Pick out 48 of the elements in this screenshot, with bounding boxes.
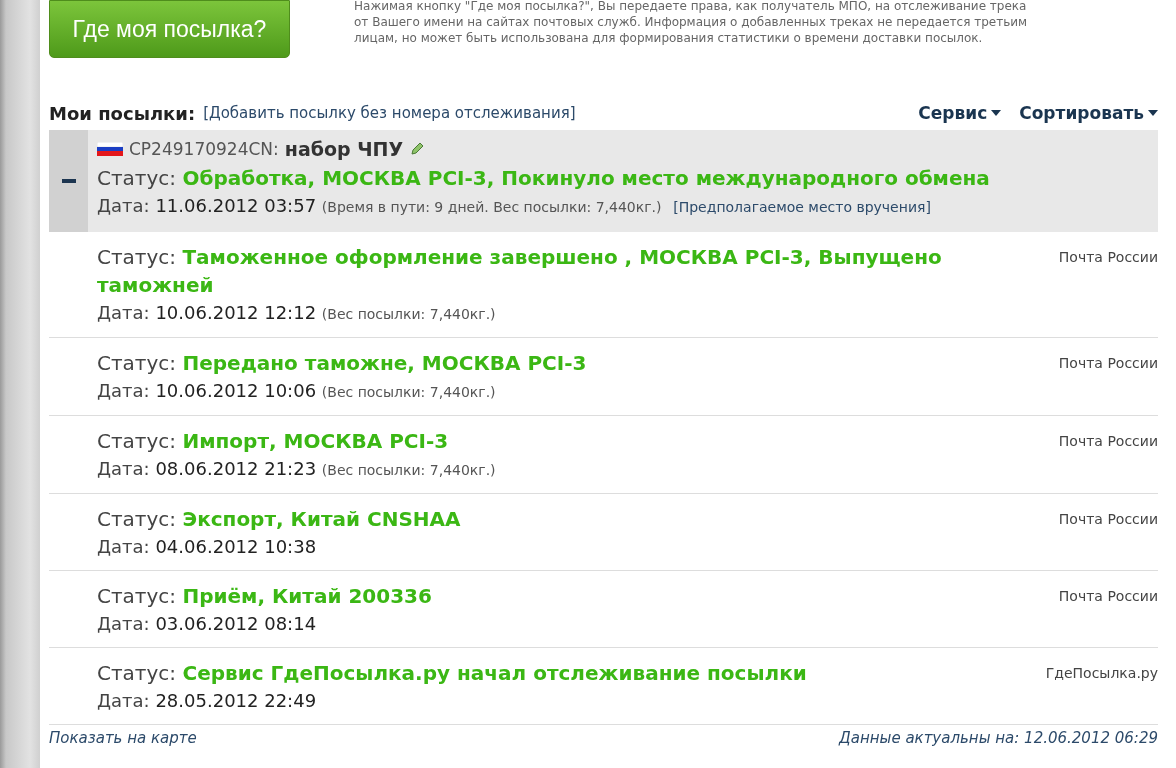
delivery-place-link[interactable]: [Предполагаемое место вручения] — [673, 199, 931, 215]
date-label: Дата: — [97, 380, 150, 401]
date-label: Дата: — [97, 302, 150, 323]
date-label: Дата: — [97, 613, 150, 634]
date-value: 04.06.2012 10:38 — [155, 536, 317, 557]
status-text: Статус: Импорт, МОСКВА PCI-3 — [97, 428, 450, 455]
weight-note: (Вес посылки: 7,440кг.) — [321, 462, 496, 478]
date-label: Дата: — [97, 195, 150, 216]
weight-note: (Время в пути: 9 дней. Вес посылки: 7,440кг.) — [321, 199, 662, 215]
updated-text: Данные актуальны на: 12.06.2012 06:29 — [839, 729, 1158, 747]
status-text: Статус: Экспорт, Китай CNSHAA — [97, 506, 462, 533]
notice-text: от Вашего имени на сайтах почтовых служб. Информация о добавленных треках не передается третьим — [354, 14, 1028, 30]
dropdown-menu[interactable]: Сервис — [918, 103, 1002, 123]
carrier-name: Почта России — [1058, 248, 1158, 267]
flag-icon — [97, 142, 123, 156]
notice-text: Нажимая кнопку "Где моя посылка?", Вы передаете права, как получатель МПО, на отслеживание трека — [354, 0, 1028, 14]
dropdown-menu[interactable]: Сортировать — [1019, 103, 1158, 123]
date-label: Дата: — [97, 690, 150, 711]
carrier-name: Почта России — [1058, 587, 1158, 606]
carrier-name: Почта России — [1058, 432, 1158, 451]
weight-note: (Вес посылки: 7,440кг.) — [321, 384, 496, 400]
carrier-name: Почта России — [1058, 354, 1158, 373]
carrier-name: ГдеПосылка.ру — [1045, 664, 1158, 683]
date-value: 08.06.2012 21:23 — [155, 458, 317, 479]
notice-text: лицам, но может быть использована для формирования статистики о времени доставки посылок. — [354, 30, 984, 46]
show-map-link[interactable]: Показать на карте — [49, 729, 197, 747]
weight-note: (Вес посылки: 7,440кг.) — [321, 306, 496, 322]
date-value: 03.06.2012 08:14 — [155, 613, 317, 634]
date-label: Дата: — [97, 458, 150, 479]
status-text: Статус: Приём, Китай 200336 — [97, 583, 433, 610]
date-value: 11.06.2012 03:57 — [155, 195, 317, 216]
caret-icon — [991, 110, 1002, 116]
date-value: 28.05.2012 22:49 — [155, 690, 317, 711]
caret-icon — [1148, 110, 1158, 116]
tracking-number: CP249170924CN: — [129, 139, 279, 159]
date-label: Дата: — [97, 536, 150, 557]
status-text: Статус: Передано таможне, МОСКВА PCI-3 — [97, 350, 588, 377]
pencil-icon[interactable] — [409, 141, 426, 157]
status-text: Статус: Сервис ГдеПосылка.ру начал отслеживание посылки — [97, 660, 808, 687]
status-text: Статус: Таможенное оформление завершено , МОСКВА PCI-3, Выпущено таможней — [97, 244, 943, 299]
collapse-toggle[interactable] — [49, 130, 88, 232]
date-value: 10.06.2012 12:12 — [155, 302, 317, 323]
parcel-name: набор ЧПУ — [284, 138, 404, 160]
carrier-name: Почта России — [1058, 510, 1158, 529]
date-value: 10.06.2012 10:06 — [155, 380, 317, 401]
section-title: Мои посылки: — [49, 102, 196, 124]
status-text: Статус: Обработка, МОСКВА PCI-3, Покинуло место международного обмена — [97, 165, 991, 192]
add-parcel-link[interactable]: [Добавить посылку без номера отслеживания] — [203, 104, 576, 122]
